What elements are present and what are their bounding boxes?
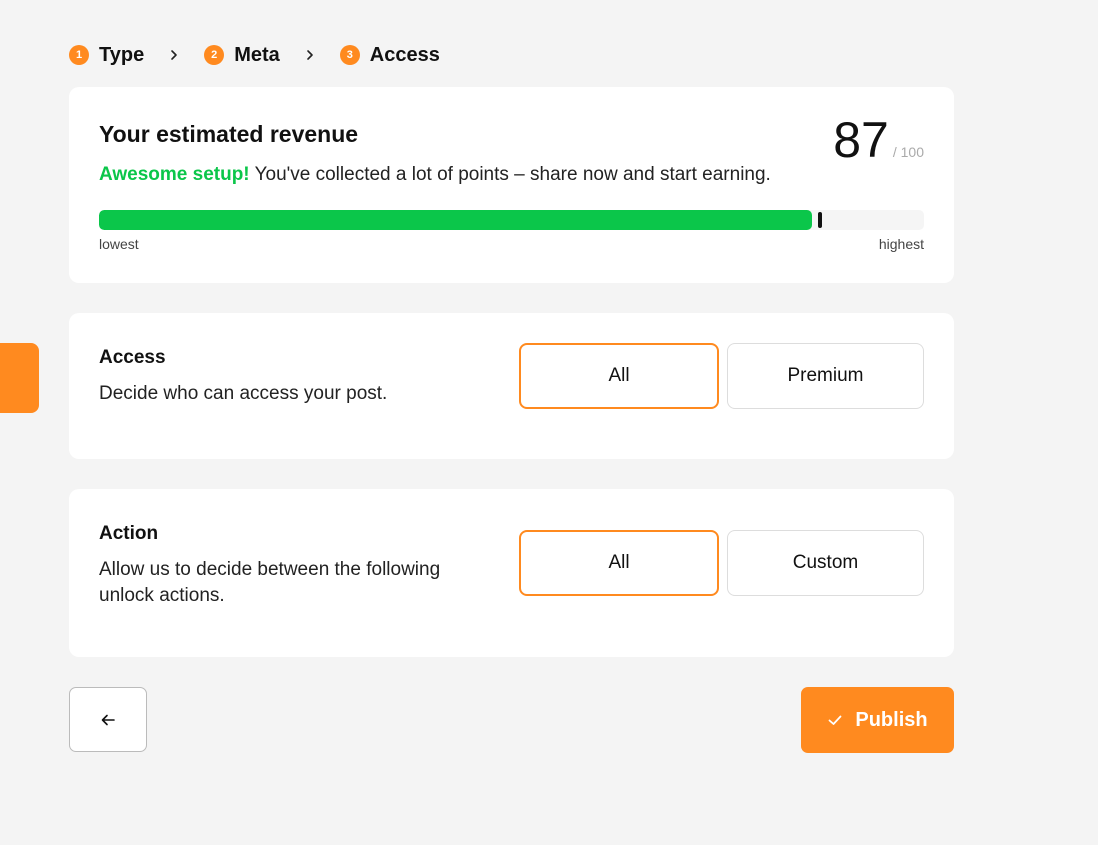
step-access[interactable]: 3 Access [339, 43, 440, 67]
revenue-highlight: Awesome setup! [99, 164, 250, 185]
action-title: Action [99, 523, 159, 544]
revenue-card: Your estimated revenue Awesome setup! Yo… [69, 87, 954, 283]
progress-marker [818, 212, 822, 228]
step-type[interactable]: 1 Type [69, 44, 144, 67]
revenue-title: Your estimated revenue [99, 121, 359, 147]
step-number: 1 [69, 45, 89, 65]
publish-button[interactable]: Publish [801, 687, 954, 753]
stepper: 1 Type 2 Meta 3 Access [69, 43, 440, 67]
access-description: Decide who can access your post. [99, 383, 388, 404]
side-feedback-tab[interactable] [0, 343, 39, 413]
scale-low-label: lowest [99, 236, 139, 252]
revenue-description: Awesome setup! You've collected a lot of… [99, 164, 771, 186]
access-card: Access Decide who can access your post. … [69, 313, 954, 459]
step-number: 3 [339, 45, 360, 65]
progress-fill [99, 210, 812, 230]
revenue-progress-bar [99, 210, 924, 230]
check-icon [828, 715, 842, 725]
step-meta[interactable]: 2 Meta [204, 44, 280, 67]
page: 1 Type 2 Meta 3 Access Your estimated re… [0, 0, 1098, 845]
revenue-description-text: You've collected a lot of points – share… [249, 164, 771, 185]
action-description: Allow us to decide between the following… [99, 559, 441, 606]
score-max: / 100 [892, 144, 924, 160]
access-title: Access [99, 347, 166, 368]
chevron-right-icon [144, 49, 204, 61]
step-label: Meta [234, 43, 280, 66]
step-number: 2 [204, 45, 225, 65]
arrow-left-icon [101, 714, 115, 725]
score: 87 / 100 [833, 115, 924, 165]
action-option-all[interactable]: All [519, 530, 719, 596]
scale-high-label: highest [878, 236, 924, 252]
publish-label: Publish [855, 708, 928, 731]
step-label: Type [99, 43, 145, 66]
chevron-right-icon [280, 49, 340, 61]
action-option-custom[interactable]: Custom [727, 530, 924, 596]
step-label: Access [369, 43, 440, 66]
access-option-premium[interactable]: Premium [727, 343, 924, 409]
score-value: 87 [833, 112, 889, 168]
action-card: Action Allow us to decide between the fo… [69, 489, 954, 657]
access-option-all[interactable]: All [519, 343, 719, 409]
back-button[interactable] [69, 687, 147, 752]
